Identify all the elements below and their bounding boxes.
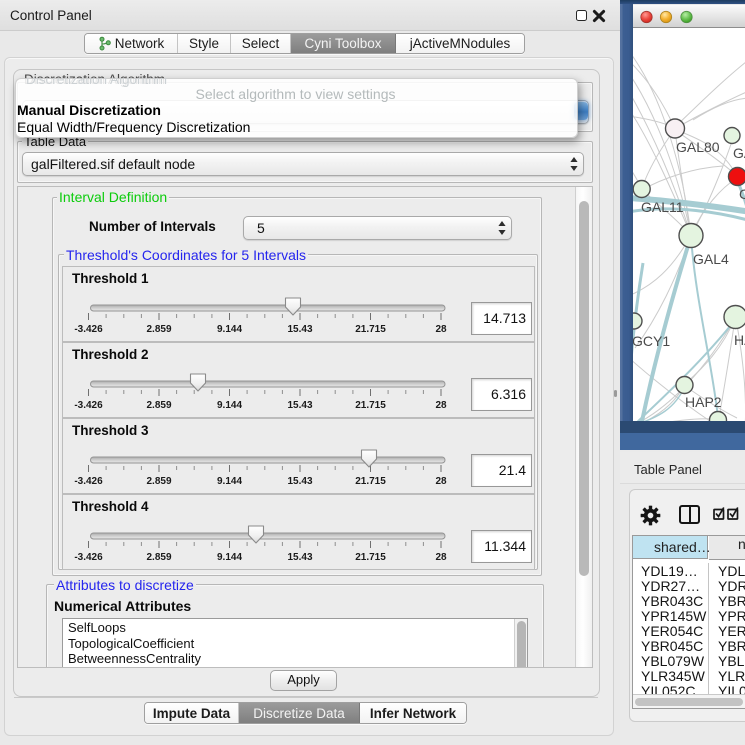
svg-text:21.715: 21.715 [355,324,386,335]
svg-text:GAL4: GAL4 [693,251,729,267]
svg-text:15.43: 15.43 [287,400,312,411]
svg-text:GAL11: GAL11 [641,199,684,215]
svg-text:28: 28 [435,476,447,487]
svg-text:2.859: 2.859 [146,400,171,411]
svg-text:21.715: 21.715 [355,552,386,563]
svg-text:15.43: 15.43 [287,552,312,563]
svg-text:2.859: 2.859 [146,476,171,487]
svg-text:2.859: 2.859 [146,552,171,563]
svg-text:9.144: 9.144 [217,324,242,335]
svg-text:CY: CY [739,186,745,202]
svg-text:HAP2: HAP2 [685,394,722,410]
svg-text:-3.426: -3.426 [74,400,103,411]
svg-text:28: 28 [435,324,447,335]
svg-text:2.859: 2.859 [146,324,171,335]
svg-text:-3.426: -3.426 [74,476,103,487]
svg-text:HA: HA [734,332,745,348]
svg-text:28: 28 [435,552,447,563]
svg-text:9.144: 9.144 [217,552,242,563]
svg-text:GCY1: GCY1 [633,333,670,349]
svg-text:-3.426: -3.426 [74,552,103,563]
svg-text:9.144: 9.144 [217,400,242,411]
svg-text:28: 28 [435,400,447,411]
svg-text:-3.426: -3.426 [74,324,103,335]
svg-text:15.43: 15.43 [287,324,312,335]
svg-text:GAL80: GAL80 [676,139,720,155]
svg-text:9.144: 9.144 [217,476,242,487]
svg-text:21.715: 21.715 [355,400,386,411]
svg-text:15.43: 15.43 [287,476,312,487]
svg-text:GA: GA [733,145,745,161]
svg-text:21.715: 21.715 [355,476,386,487]
